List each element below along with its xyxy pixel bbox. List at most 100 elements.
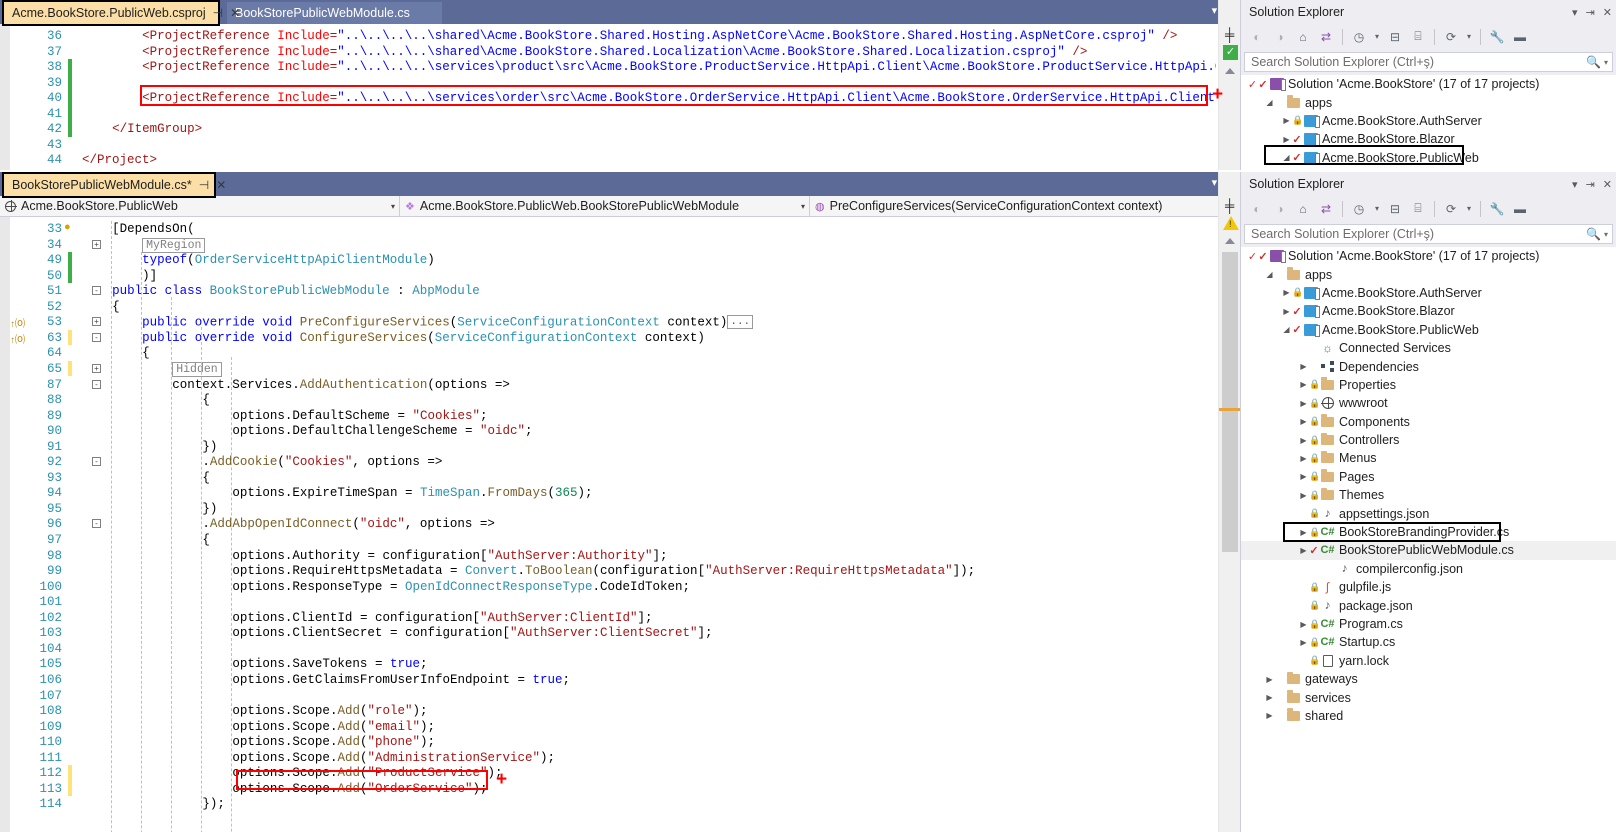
tree-item-controllers[interactable]: ▶ 🔒 Controllers [1241, 431, 1616, 449]
code-line-text[interactable]: options.GetClaimsFromUserInfoEndpoint = … [232, 673, 570, 687]
codelens-references-icon[interactable]: ↑⒪ [10, 315, 25, 330]
solution-tree-bottom[interactable]: ✓ ✓ Solution 'Acme.BookStore' (17 of 17 pr… [1241, 247, 1616, 832]
expand-region-icon[interactable]: + [92, 317, 101, 327]
collapse-region-icon[interactable]: - [92, 332, 101, 342]
tab-acme-bookstore-publicweb-csproj[interactable]: Acme.BookStore.PublicWeb.csproj ⊣ ✕ [2, 0, 240, 26]
tree-item-solution-acme-bookstore-17-of-17-projects[interactable]: ✓ ✓ Solution 'Acme.BookStore' (17 of 17 pr… [1241, 75, 1616, 93]
code-line-text[interactable]: options.ClientId = configuration["AuthSe… [232, 611, 652, 625]
tree-item-solution-acme-bookstore-17-of-17-projects[interactable]: ✓ ✓ Solution 'Acme.BookStore' (17 of 17 pr… [1241, 247, 1616, 265]
expand-chevron-icon[interactable]: ▶ [1281, 288, 1292, 297]
chevron-down-icon[interactable]: ▾ [381, 202, 395, 211]
tree-item-gateways[interactable]: ▶ gateways [1241, 670, 1616, 688]
source-control-check-icon[interactable]: ✓ [1247, 250, 1258, 263]
tree-item-acme-bookstore-blazor[interactable]: ▶ ✓ Acme.BookStore.Blazor [1241, 130, 1616, 148]
tree-item-connected-services[interactable]: ☼ Connected Services [1241, 339, 1616, 357]
close-icon[interactable]: ✕ [1603, 6, 1612, 19]
collapse-region-icon[interactable]: - [92, 519, 101, 529]
split-view-control[interactable]: ╪ [1225, 198, 1234, 213]
forward-button[interactable]: ◑ [1270, 199, 1290, 219]
nav-member-dropdown[interactable]: ◍ PreConfigureServices(ServiceConfigurat… [810, 196, 1240, 216]
collapsed-region-label[interactable]: Hidden [172, 361, 222, 377]
code-line-text[interactable]: { [202, 471, 210, 485]
forward-button[interactable]: ◑ [1270, 27, 1290, 47]
home-button[interactable]: ⌂ [1293, 27, 1313, 47]
code-editor-csproj[interactable]: 36 <ProjectReference Include="..\..\..\..… [0, 24, 1216, 170]
tree-item-startup-cs[interactable]: ▶ 🔒 C# Startup.cs [1241, 633, 1616, 651]
code-line-text[interactable]: options.Scope.Add("ProductService"); [232, 766, 502, 780]
nav-type-dropdown[interactable]: ❖ Acme.BookStore.PublicWeb.BookStorePubl… [400, 196, 810, 216]
scroll-up-arrow-icon[interactable] [1225, 68, 1235, 74]
collapse-all-button[interactable]: ⊟ [1385, 27, 1405, 47]
code-line-text[interactable]: options.RequireHttpsMetadata = Convert.T… [232, 564, 975, 578]
search-solution-explorer-input[interactable]: Search Solution Explorer (Ctrl+ş) 🔍 ▾ [1244, 52, 1613, 72]
code-line-text[interactable]: { [202, 533, 210, 547]
expand-chevron-icon[interactable]: ▶ [1298, 528, 1309, 537]
code-line-text[interactable]: <ProjectReference Include="..\..\..\..\s… [142, 60, 1216, 74]
code-line-text[interactable]: options.Scope.Add("AdministrationService… [232, 751, 555, 765]
code-line-text[interactable]: context.Services.AddAuthentication(optio… [172, 378, 510, 392]
code-line-text[interactable]: }) [202, 502, 217, 516]
expand-chevron-icon[interactable]: ▶ [1298, 362, 1309, 371]
collapsed-region-label[interactable]: MyRegion [142, 237, 206, 253]
collapse-chevron-icon[interactable]: ◢ [1281, 153, 1292, 162]
expand-chevron-icon[interactable]: ▶ [1298, 472, 1309, 481]
tab-list-chevron-icon[interactable]: ▾ [1212, 4, 1218, 17]
expand-chevron-icon[interactable]: ▶ [1281, 135, 1292, 144]
code-line-text[interactable]: </ItemGroup> [112, 122, 202, 136]
home-button[interactable]: ⌂ [1293, 199, 1313, 219]
expand-chevron-icon[interactable]: ▶ [1298, 380, 1309, 389]
tree-item-package-json[interactable]: 🔒 ♪ package.json [1241, 596, 1616, 614]
close-icon[interactable]: ✕ [1603, 178, 1612, 191]
filter-dropdown-chevron-icon[interactable]: ▾ [1372, 27, 1382, 47]
tree-item-themes[interactable]: ▶ 🔒 Themes [1241, 486, 1616, 504]
pending-changes-filter-button[interactable]: ◷ [1349, 27, 1369, 47]
quick-actions-bulb-icon[interactable]: ● [64, 222, 71, 234]
scroll-up-arrow-icon[interactable] [1225, 238, 1235, 244]
tab-bookstorepublicwebmodule-cs-active[interactable]: BookStorePublicWebModule.cs* ⊣ ✕ [2, 172, 226, 198]
tree-item-acme-bookstore-publicweb[interactable]: ◢ ✓ Acme.BookStore.PublicWeb [1241, 149, 1616, 167]
search-options-chevron-icon[interactable]: ▾ [1604, 58, 1608, 67]
dropdown-chevron-icon[interactable]: ▾ [1572, 6, 1578, 19]
properties-button[interactable]: 🔧 [1487, 199, 1507, 219]
tree-item-wwwroot[interactable]: ▶ 🔒 wwwroot [1241, 394, 1616, 412]
tree-item-acme-bookstore-authserver[interactable]: ▶ 🔒 Acme.BookStore.AuthServer [1241, 112, 1616, 130]
code-line-text[interactable]: <ProjectReference Include="..\..\..\..\s… [142, 91, 1216, 105]
tree-item-menus[interactable]: ▶ 🔒 Menus [1241, 449, 1616, 467]
views-dropdown-chevron-icon[interactable]: ▾ [1464, 199, 1474, 219]
pin-icon[interactable]: ⊣ [213, 6, 223, 20]
tree-item-bookstorepublicwebmodule-cs[interactable]: ▶ ✓ C# BookStorePublicWebModule.cs [1241, 541, 1616, 560]
dropdown-chevron-icon[interactable]: ▾ [1572, 178, 1578, 191]
views-dropdown-chevron-icon[interactable]: ▾ [1464, 27, 1474, 47]
expand-chevron-icon[interactable]: ▶ [1298, 546, 1309, 555]
code-line-text[interactable]: { [202, 393, 210, 407]
tree-item-services[interactable]: ▶ services [1241, 688, 1616, 706]
expand-chevron-icon[interactable]: ▶ [1298, 454, 1309, 463]
refresh-button[interactable]: ⟳ [1441, 199, 1461, 219]
split-view-control[interactable]: ╪ [1225, 27, 1234, 42]
refresh-button[interactable]: ⟳ [1441, 27, 1461, 47]
solution-tree-top[interactable]: ✓ ✓ Solution 'Acme.BookStore' (17 of 17 pr… [1241, 75, 1616, 170]
code-line-text[interactable]: options.ExpireTimeSpan = TimeSpan.FromDa… [232, 486, 592, 500]
code-line-text[interactable]: { [142, 346, 150, 360]
code-line-text[interactable]: }) [202, 440, 217, 454]
collapse-chevron-icon[interactable]: ◢ [1264, 270, 1275, 279]
code-line-text[interactable]: public override void PreConfigureService… [142, 315, 754, 330]
code-line-text[interactable]: Hidden [172, 361, 222, 377]
expand-chevron-icon[interactable]: ▶ [1298, 399, 1309, 408]
code-line-text[interactable]: }); [202, 797, 225, 811]
tree-item-acme-bookstore-publicweb[interactable]: ◢ ✓ Acme.BookStore.PublicWeb [1241, 321, 1616, 339]
code-line-text[interactable]: MyRegion [142, 237, 206, 253]
tab-bookstorepublicwebmodule-cs[interactable]: BookStorePublicWebModule.cs [227, 2, 442, 24]
collapse-all-button[interactable]: ⊟ [1385, 199, 1405, 219]
expand-chevron-icon[interactable]: ▶ [1281, 116, 1292, 125]
tree-item-apps[interactable]: ◢ apps [1241, 265, 1616, 283]
tree-item-gulpfile-js[interactable]: 🔒 ∫ gulpfile.js [1241, 578, 1616, 596]
code-line-text[interactable]: { [112, 300, 120, 314]
preview-selected-items-button[interactable]: ▬ [1510, 199, 1530, 219]
show-all-files-button[interactable]: ⌸ [1408, 27, 1428, 47]
code-line-text[interactable]: options.Scope.Add("role"); [232, 704, 427, 718]
tree-item-compilerconfig-json[interactable]: ♪ compilerconfig.json [1241, 560, 1616, 578]
tree-item-apps[interactable]: ◢ apps [1241, 93, 1616, 111]
pin-icon[interactable]: ⊣ [199, 178, 209, 192]
properties-button[interactable]: 🔧 [1487, 27, 1507, 47]
